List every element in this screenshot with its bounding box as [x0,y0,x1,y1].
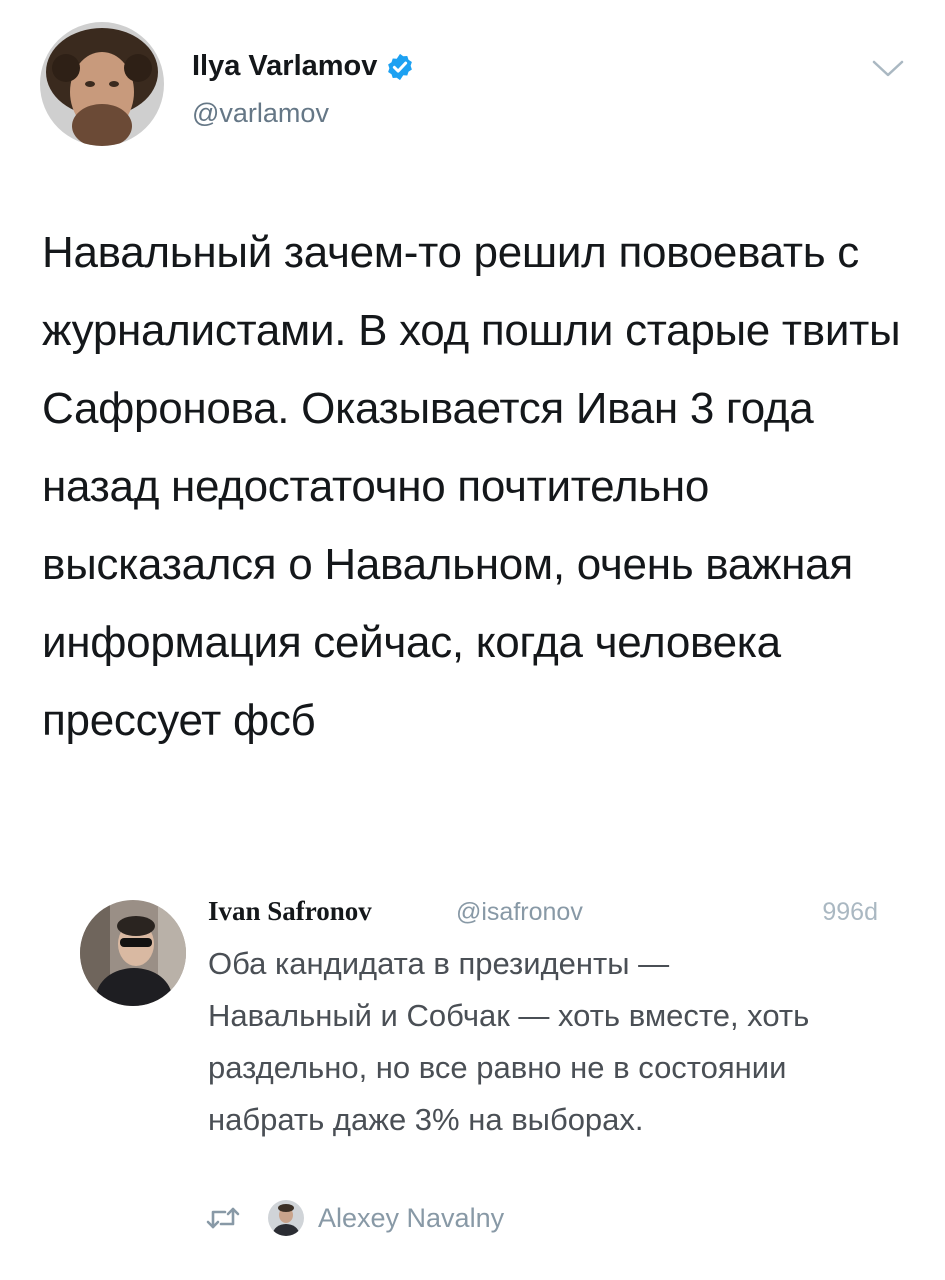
quoted-tweet-text: Оба кандидата в президенты — Навальный и… [208,946,810,1137]
quoted-author-name[interactable]: Ivan Safronov [208,896,372,927]
tweet-text: Навальный зачем-то решил повоевать с жур… [42,228,901,745]
quoted-tweet-time[interactable]: 996d [822,898,878,927]
retweet-icon [206,1207,240,1229]
retweeter-avatar[interactable] [268,1200,304,1236]
chevron-down-icon[interactable] [868,54,908,82]
retweeted-by-name[interactable]: Alexey Navalny [318,1203,504,1234]
quoted-tweet-footer: Alexey Navalny [206,1196,504,1240]
author-handle[interactable]: @varlamov [192,98,329,129]
verified-badge-icon [388,53,413,80]
quoted-tweet-header: Ivan Safronov @isafronov 996d [208,896,878,936]
author-name-text[interactable]: Ilya Varlamov [192,50,377,83]
quoted-author-handle[interactable]: @isafronov [456,898,583,927]
quoted-author-avatar[interactable] [80,900,186,1006]
author-name[interactable]: Ilya Varlamov [192,50,415,83]
author-avatar[interactable] [40,22,164,146]
